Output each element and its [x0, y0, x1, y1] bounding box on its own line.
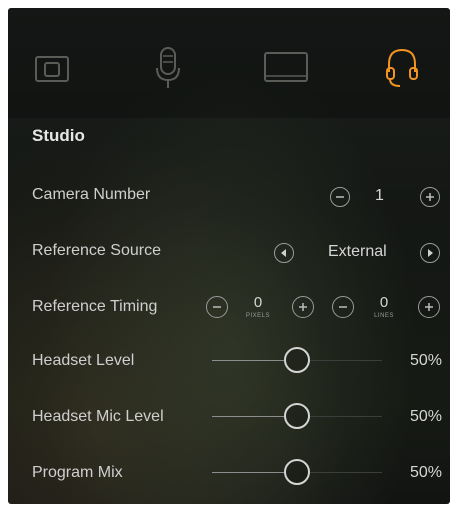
- plus-icon: [299, 303, 307, 311]
- headset-mic-level-row: Headset Mic Level 50%: [8, 390, 450, 446]
- lines-value: 0: [379, 294, 389, 311]
- slider-knob[interactable]: [284, 347, 310, 373]
- headset-mic-level-percent: 50%: [409, 408, 442, 425]
- pixels-caption: PIXELS: [245, 313, 270, 319]
- reference-timing-label: Reference Timing: [32, 298, 158, 315]
- slider-knob[interactable]: [284, 403, 310, 429]
- slider-track-filled: [212, 472, 284, 473]
- program-mix-row: Program Mix 50%: [8, 446, 450, 502]
- slider-track-empty: [310, 360, 382, 361]
- tab-setup[interactable]: [374, 46, 430, 90]
- headset-mic-level-label: Headset Mic Level: [32, 408, 164, 425]
- reference-timing-row: Reference Timing 0 PIXELS 0 LINES: [8, 280, 450, 336]
- settings-panel: Studio Camera Number 1 Reference Source …: [8, 8, 450, 504]
- lines-caption: LINES: [374, 313, 394, 319]
- slider-knob[interactable]: [284, 459, 310, 485]
- minus-icon: [339, 306, 347, 308]
- camera-icon: [35, 56, 69, 82]
- lines-decrement-button[interactable]: [332, 296, 354, 318]
- camera-number-row: Camera Number 1: [8, 168, 450, 224]
- arrow-left-icon: [281, 249, 286, 257]
- reference-source-label: Reference Source: [32, 242, 161, 259]
- program-mix-label: Program Mix: [32, 464, 123, 481]
- minus-icon: [336, 196, 344, 198]
- headset-level-label: Headset Level: [32, 352, 135, 369]
- pixels-value: 0: [253, 294, 263, 311]
- slider-track-filled: [212, 416, 284, 417]
- pixels-increment-button[interactable]: [292, 296, 314, 318]
- section-title: Studio: [32, 126, 85, 145]
- camera-number-decrement-button[interactable]: [330, 187, 350, 207]
- pixels-decrement-button[interactable]: [206, 296, 228, 318]
- lines-increment-button[interactable]: [418, 296, 440, 318]
- camera-number-value: 1: [375, 187, 384, 204]
- tab-bar: [8, 8, 450, 118]
- headset-icon: [386, 48, 418, 87]
- tab-audio[interactable]: [140, 46, 196, 90]
- slider-track-filled: [212, 360, 284, 361]
- headset-level-percent: 50%: [409, 352, 442, 369]
- camera-number-increment-button[interactable]: [420, 187, 440, 207]
- tab-display[interactable]: [256, 46, 316, 90]
- slider-track-empty: [310, 472, 382, 473]
- reference-source-row: Reference Source External: [8, 224, 450, 280]
- plus-icon: [425, 303, 433, 311]
- microphone-icon: [156, 47, 180, 88]
- reference-source-value: External: [328, 243, 387, 260]
- arrow-right-icon: [428, 249, 433, 257]
- reference-source-next-button[interactable]: [420, 243, 440, 263]
- headset-level-row: Headset Level 50%: [8, 334, 450, 390]
- plus-icon: [426, 193, 434, 201]
- monitor-icon: [264, 52, 308, 82]
- reference-source-previous-button[interactable]: [274, 243, 294, 263]
- minus-icon: [213, 306, 221, 308]
- tab-camera[interactable]: [24, 46, 80, 90]
- camera-number-label: Camera Number: [32, 186, 151, 203]
- slider-track-empty: [310, 416, 382, 417]
- program-mix-percent: 50%: [409, 464, 442, 481]
